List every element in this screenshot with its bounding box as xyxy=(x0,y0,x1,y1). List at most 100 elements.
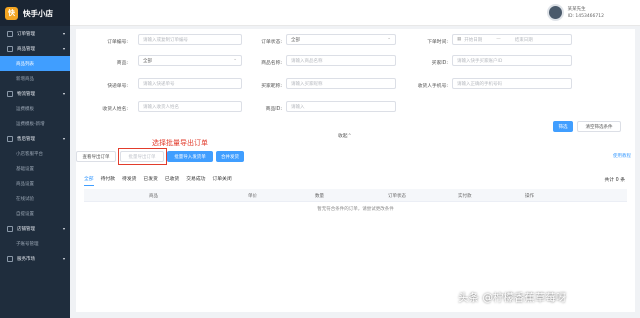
menu-group-icon xyxy=(7,135,13,142)
menu-group-icon xyxy=(7,255,13,262)
sidebar-nav: 订单管理 ▾ 商品管理 ▾ 商品列表 新增商品 物流管理 ▾ 运费模板 运费模板-新增 售后管理 ▾ 小… xyxy=(0,26,70,266)
sidebar-item[interactable]: 商品管理 ▾ xyxy=(0,41,70,56)
view-exported-orders-button[interactable]: 查看导出订单 xyxy=(76,151,116,162)
annotation-text: 选择批量导出订单 xyxy=(152,139,208,147)
collapse-toggle[interactable]: 收起⌃ xyxy=(338,132,352,139)
clear-filters-button[interactable]: 清空筛选条件 xyxy=(577,121,621,132)
chevron-down-icon: ▾ xyxy=(62,226,65,231)
sidebar-item-label: 服务市场 xyxy=(17,256,35,262)
order-no-input[interactable]: 请输入或复制订单编号 xyxy=(138,34,242,45)
order-status-label: 订单状态: xyxy=(261,40,282,45)
order-status-select[interactable]: 全部 ⌄ xyxy=(286,34,396,45)
buyer-id-label: 买家ID: xyxy=(431,61,448,66)
sidebar-item[interactable]: 店铺管理 ▾ xyxy=(0,221,70,236)
batch-export-orders-button[interactable]: 批量导出订单 xyxy=(120,151,164,162)
sidebar-item[interactable]: 商品设置 xyxy=(0,176,70,191)
app-logo: 快 xyxy=(5,6,18,20)
receiver-phone-input[interactable]: 请输入正确的手机号码 xyxy=(452,78,572,89)
product-id-input[interactable]: 请输入 xyxy=(286,101,396,112)
tab-3[interactable]: 已发货 xyxy=(143,175,157,186)
main-panel: 订单编号: 请输入或复制订单编号 订单状态: 全部 ⌄ 下单时间: ▦ 开始日期 … xyxy=(76,29,635,312)
menu-group-icon xyxy=(7,225,13,232)
sidebar-item[interactable]: 售后管理 ▾ xyxy=(0,131,70,146)
col-order-status: 订单状态 xyxy=(388,194,406,199)
menu-group-icon xyxy=(7,30,13,37)
order-time-label: 下单时间: xyxy=(427,40,448,45)
calendar-icon: ▦ xyxy=(457,37,462,42)
receiver-name-label: 收货人姓名: xyxy=(102,107,128,112)
chevron-down-icon: ▾ xyxy=(62,91,65,96)
tab-2[interactable]: 待发货 xyxy=(122,175,136,186)
tracking-no-input[interactable]: 请输入快递单号 xyxy=(138,78,242,89)
sidebar-item-label: 小店客服平台 xyxy=(16,151,43,157)
search-button[interactable]: 筛选 xyxy=(553,121,573,132)
sidebar-item[interactable]: 订单管理 ▾ xyxy=(0,26,70,41)
chevron-down-icon: ▾ xyxy=(62,136,65,141)
table-header: 商品 单价 数量 订单状态 实付款 操作 xyxy=(84,189,627,202)
sidebar-item[interactable]: 新增商品 xyxy=(0,71,70,86)
sidebar-item[interactable]: 基础设置 xyxy=(0,161,70,176)
col-paid: 实付款 xyxy=(458,194,472,199)
tab-1[interactable]: 待付款 xyxy=(101,175,115,186)
sidebar-item[interactable]: 自提设置 xyxy=(0,206,70,221)
tab-0[interactable]: 全部 xyxy=(84,175,94,186)
sidebar-item[interactable]: 服务市场 ▾ xyxy=(0,251,70,266)
order-time-range[interactable]: ▦ 开始日期 — 结束日期 xyxy=(452,34,572,45)
sidebar-item[interactable]: 物流管理 ▾ xyxy=(0,86,70,101)
help-link[interactable]: 使用教程 xyxy=(613,153,631,159)
tab-6[interactable]: 订单关闭 xyxy=(212,175,231,186)
menu-group-icon xyxy=(7,45,13,52)
sidebar-item[interactable]: 运费模板-新增 xyxy=(0,116,70,131)
sidebar-item[interactable]: 商品列表 xyxy=(0,56,70,71)
sidebar-item-label: 子账号管理 xyxy=(16,241,39,247)
tab-4[interactable]: 已收货 xyxy=(165,175,179,186)
col-product: 商品 xyxy=(149,194,158,199)
merge-ship-button[interactable]: 合并发货 xyxy=(216,151,244,162)
sidebar-item-label: 售后管理 xyxy=(17,136,35,142)
user-name: 某某先生 xyxy=(567,6,586,12)
sidebar-item-label: 在线试验 xyxy=(16,196,34,202)
chevron-down-icon: ▾ xyxy=(62,46,65,51)
empty-state: 暂无符合条件的订单，请尝试更改条件 xyxy=(317,207,394,212)
user-menu[interactable]: 某某先生 ID: 1453466712 xyxy=(546,4,604,21)
tab-5[interactable]: 交易成功 xyxy=(186,175,205,186)
sidebar-item-label: 基础设置 xyxy=(16,166,34,172)
product-label: 商品: xyxy=(116,61,128,66)
sidebar-item-label: 商品管理 xyxy=(17,46,35,52)
col-actions: 操作 xyxy=(525,194,534,199)
topbar: 某某先生 ID: 1453466712 xyxy=(70,0,640,26)
order-no-label: 订单编号: xyxy=(107,40,128,45)
sidebar-item-label: 商品列表 xyxy=(16,61,34,67)
buyer-nick-label: 买家昵称: xyxy=(261,84,282,89)
col-quantity: 数量 xyxy=(315,194,324,199)
order-status-tabs: 全部 待付款 待发货 已发货 已收货 交易成功 订单关闭 xyxy=(84,175,239,186)
product-select[interactable]: 全部 ⌄ xyxy=(138,55,242,66)
sidebar: 快 快手小店 订单管理 ▾ 商品管理 ▾ 商品列表 新增商品 物流管理 ▾ 运费模板 运费模板-新… xyxy=(0,0,70,318)
sidebar-item-label: 物流管理 xyxy=(17,91,35,97)
sidebar-item-label: 自提设置 xyxy=(16,211,34,217)
tracking-no-label: 快递单号: xyxy=(107,84,128,89)
batch-import-shipping-button[interactable]: 批量导入发货单 xyxy=(167,151,213,162)
sidebar-item[interactable]: 运费模板 xyxy=(0,101,70,116)
receiver-name-input[interactable]: 请输入收货人姓名 xyxy=(138,101,242,112)
sidebar-item[interactable]: 在线试验 xyxy=(0,191,70,206)
sidebar-item[interactable]: 子账号管理 xyxy=(0,236,70,251)
sidebar-item-label: 订单管理 xyxy=(17,31,35,37)
app-name: 快手小店 xyxy=(23,8,53,18)
chevron-down-icon: ⌄ xyxy=(387,36,391,41)
product-name-input[interactable]: 请输入商品名称 xyxy=(286,55,396,66)
brand[interactable]: 快 快手小店 xyxy=(0,0,70,26)
total-count: 共计 0 条 xyxy=(604,178,626,183)
sidebar-item[interactable]: 小店客服平台 xyxy=(0,146,70,161)
user-id: ID: 1453466712 xyxy=(567,13,604,19)
sidebar-item-label: 运费模板-新增 xyxy=(16,121,45,127)
product-name-label: 商品名称: xyxy=(261,61,282,66)
avatar[interactable] xyxy=(546,4,564,21)
buyer-nick-input[interactable]: 请输入买家昵称 xyxy=(286,78,396,89)
menu-group-icon xyxy=(7,90,13,97)
col-unit-price: 单价 xyxy=(248,194,257,199)
sidebar-item-label: 店铺管理 xyxy=(17,226,35,232)
chevron-up-icon: ⌃ xyxy=(347,134,352,139)
sidebar-item-label: 新增商品 xyxy=(16,76,34,82)
buyer-id-input[interactable]: 请输入快手买家账户ID xyxy=(452,55,572,66)
